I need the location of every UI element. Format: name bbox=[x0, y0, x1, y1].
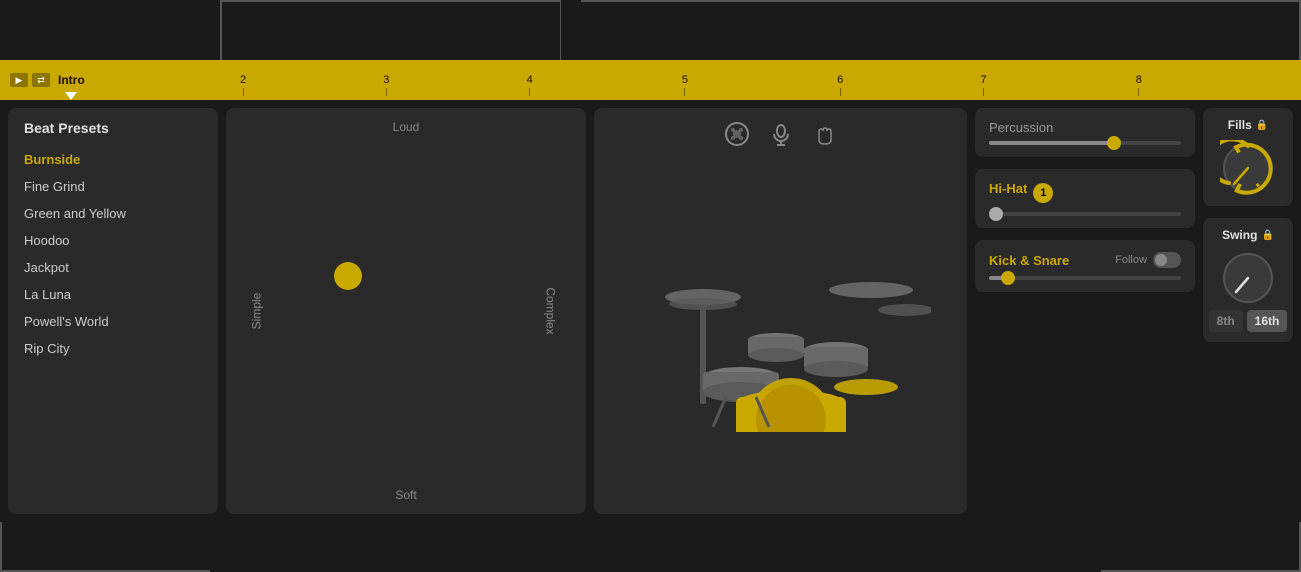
sidebar-item-burnside[interactable]: Burnside bbox=[8, 146, 218, 173]
timeline-ruler: ▶ ⇄ Intro 2 3 4 5 6 7 8 bbox=[0, 60, 1301, 100]
ruler-mark-7: 7 bbox=[980, 74, 986, 96]
loop-button[interactable]: ⇄ bbox=[32, 73, 50, 87]
sidebar-header: Beat Presets bbox=[8, 120, 218, 146]
drum-area bbox=[594, 108, 967, 514]
right-panel: Fills 🔒 Swi bbox=[1203, 108, 1293, 514]
shaker-icon[interactable] bbox=[723, 120, 751, 154]
kick-snare-label: Kick & Snare bbox=[989, 253, 1069, 268]
ruler-mark-5: 5 bbox=[682, 74, 688, 96]
percussion-label: Percussion bbox=[989, 120, 1181, 135]
ruler-mark-2: 2 bbox=[240, 74, 246, 96]
kick-snare-section: Kick & Snare Follow bbox=[975, 240, 1195, 292]
sidebar-item-rip-city[interactable]: Rip City bbox=[8, 335, 218, 362]
sidebar-item-jackpot[interactable]: Jackpot bbox=[8, 254, 218, 281]
sidebar-item-green-and-yellow[interactable]: Green and Yellow bbox=[8, 200, 218, 227]
sidebar-items: BurnsideFine GrindGreen and YellowHoodoo… bbox=[8, 146, 218, 362]
beat-pad[interactable]: Loud Soft Simple Complex bbox=[226, 108, 586, 514]
controls-panel: Percussion Hi-Hat 1 Kick & Snare Follow bbox=[975, 108, 1195, 514]
swing-lock-icon[interactable]: 🔒 bbox=[1261, 230, 1273, 241]
ruler-marks: 2 3 4 5 6 7 8 bbox=[97, 60, 1291, 100]
main-content: Beat Presets BurnsideFine GrindGreen and… bbox=[0, 100, 1301, 522]
beat-pad-complex: Complex bbox=[543, 287, 557, 334]
microphone-icon[interactable] bbox=[767, 120, 795, 154]
swing-knob[interactable] bbox=[1220, 250, 1276, 306]
note-buttons: 8th 16th bbox=[1209, 310, 1288, 332]
loop-icon: ⇄ bbox=[37, 75, 45, 86]
fills-lock-icon[interactable]: 🔒 bbox=[1256, 120, 1268, 131]
drum-visual bbox=[606, 162, 955, 502]
eighth-note-button[interactable]: 8th bbox=[1209, 310, 1243, 332]
hihat-label: Hi-Hat bbox=[989, 181, 1027, 196]
bracket-top-left bbox=[220, 0, 560, 60]
hihat-slider[interactable] bbox=[989, 212, 1181, 216]
bracket-bottom-left bbox=[0, 522, 210, 572]
kick-snare-slider[interactable] bbox=[989, 276, 1181, 280]
sidebar-item-la-luna[interactable]: La Luna bbox=[8, 281, 218, 308]
percussion-slider[interactable] bbox=[989, 141, 1181, 145]
bracket-top-center bbox=[560, 0, 561, 60]
toggle-knob bbox=[1155, 254, 1167, 266]
drum-kit-svg bbox=[631, 232, 931, 432]
drum-icons bbox=[606, 120, 955, 154]
play-icon: ▶ bbox=[16, 75, 23, 86]
fills-knob[interactable] bbox=[1220, 140, 1276, 196]
sixteenth-note-button[interactable]: 16th bbox=[1247, 310, 1288, 332]
beat-pad-loud: Loud bbox=[393, 120, 420, 134]
ruler-mark-8: 8 bbox=[1136, 74, 1142, 96]
hihat-badge: 1 bbox=[1033, 183, 1053, 203]
swing-section: Swing 🔒 8th 16th bbox=[1203, 218, 1293, 342]
percussion-section: Percussion bbox=[975, 108, 1195, 157]
play-button[interactable]: ▶ bbox=[10, 73, 28, 87]
percussion-thumb[interactable] bbox=[1107, 136, 1121, 150]
playhead bbox=[65, 92, 77, 100]
timeline-label: Intro bbox=[58, 73, 85, 87]
percussion-fill bbox=[989, 141, 1114, 145]
sidebar-item-fine-grind[interactable]: Fine Grind bbox=[8, 173, 218, 200]
beat-pad-simple: Simple bbox=[249, 293, 263, 330]
ruler-mark-4: 4 bbox=[527, 74, 533, 96]
ruler-mark-6: 6 bbox=[837, 74, 843, 96]
kick-snare-thumb[interactable] bbox=[1001, 271, 1015, 285]
fills-label: Fills bbox=[1228, 118, 1252, 132]
swing-label: Swing bbox=[1222, 228, 1257, 242]
hihat-thumb[interactable] bbox=[989, 207, 1003, 221]
sidebar-item-hoodoo[interactable]: Hoodoo bbox=[8, 227, 218, 254]
follow-toggle[interactable] bbox=[1153, 252, 1181, 268]
fills-section: Fills 🔒 bbox=[1203, 108, 1293, 206]
beat-dot[interactable] bbox=[334, 262, 362, 290]
bracket-bottom-right bbox=[1101, 522, 1301, 572]
hand-icon[interactable] bbox=[811, 120, 839, 154]
follow-label: Follow bbox=[1115, 254, 1147, 266]
beat-pad-soft: Soft bbox=[395, 488, 416, 502]
hihat-section: Hi-Hat 1 bbox=[975, 169, 1195, 228]
ruler-mark-3: 3 bbox=[383, 74, 389, 96]
bracket-top-right bbox=[581, 0, 1301, 60]
sidebar-item-powell's-world[interactable]: Powell's World bbox=[8, 308, 218, 335]
sidebar: Beat Presets BurnsideFine GrindGreen and… bbox=[8, 108, 218, 514]
